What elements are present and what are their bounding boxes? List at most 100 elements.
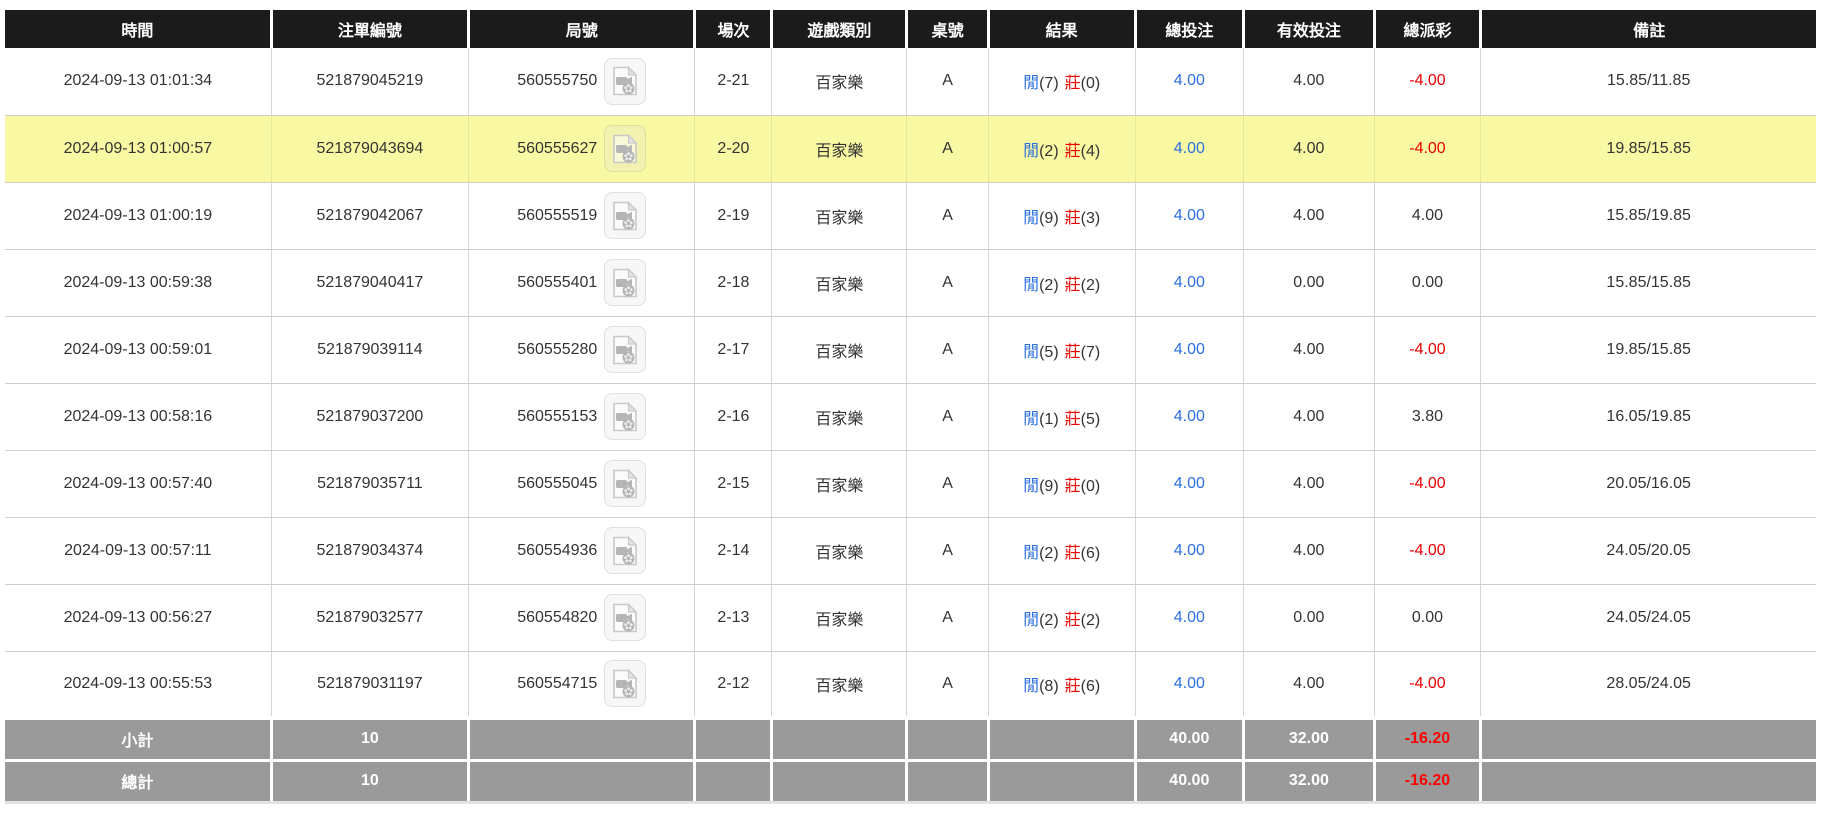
result-cell: 閒(2) 莊(4) (988, 115, 1136, 183)
column-header-session: 場次 (694, 10, 774, 48)
result-cell: 閒(5) 莊(7) (988, 316, 1136, 384)
round-cell: 560554936 (468, 517, 696, 585)
table-row[interactable]: 2024-09-13 00:59:38 521879040417 5605554… (5, 249, 1816, 317)
video-replay-button[interactable] (604, 527, 647, 574)
total-bet-cell: 4.00 (1135, 115, 1245, 183)
column-header-bet-id: 注單編號 (271, 10, 471, 48)
summary-valid-bet-cell: 32.00 (1243, 716, 1376, 762)
round-cell: 560555519 (468, 182, 696, 250)
game-type-cell: 百家樂 (771, 249, 908, 317)
video-replay-icon (613, 468, 638, 498)
summary-empty-result (988, 716, 1137, 762)
result-player: 閒(1) (1023, 411, 1059, 428)
video-replay-icon (613, 401, 638, 431)
table-row[interactable]: 2024-09-13 00:56:27 521879032577 5605548… (5, 584, 1816, 652)
column-header-result: 結果 (988, 10, 1137, 48)
session-cell: 2-13 (694, 584, 773, 652)
total-bet-link[interactable]: 4.00 (1174, 408, 1205, 425)
player-label: 閒 (1023, 677, 1040, 695)
time-cell: 2024-09-13 00:57:11 (5, 517, 272, 585)
total-bet-link[interactable]: 4.00 (1174, 341, 1205, 358)
valid-bet-cell: 4.00 (1243, 383, 1375, 451)
session-cell: 2-18 (694, 249, 773, 317)
result-cell: 閒(9) 莊(0) (988, 450, 1136, 518)
table-row[interactable]: 2024-09-13 00:55:53 521879031197 5605547… (5, 651, 1816, 719)
banker-label: 莊 (1064, 75, 1081, 93)
time-cell: 2024-09-13 00:55:53 (5, 651, 272, 719)
result-cell: 閒(2) 莊(2) (988, 249, 1136, 317)
remark-cell: 19.85/15.85 (1480, 316, 1816, 384)
valid-bet-cell: 0.00 (1243, 584, 1375, 652)
session-cell: 2-19 (694, 182, 773, 250)
table-row[interactable]: 2024-09-13 00:59:01 521879039114 5605552… (5, 316, 1816, 384)
session-cell: 2-12 (694, 651, 773, 719)
game-type-cell: 百家樂 (771, 651, 908, 719)
total-bet-link[interactable]: 4.00 (1174, 274, 1205, 291)
game-type-cell: 百家樂 (771, 115, 908, 183)
video-replay-button[interactable] (604, 326, 647, 373)
table-row[interactable]: 2024-09-13 01:00:19 521879042067 5605555… (5, 182, 1816, 250)
table-footer: 小計 10 40.00 32.00 -16.20 總計 10 40.00 32.… (5, 716, 1816, 804)
summary-empty-result (988, 760, 1137, 804)
banker-label: 莊 (1064, 677, 1081, 695)
video-replay-button[interactable] (604, 125, 647, 172)
video-replay-icon (613, 66, 638, 96)
video-replay-button[interactable] (604, 594, 647, 641)
time-cell: 2024-09-13 00:57:40 (5, 450, 272, 518)
remark-cell: 15.85/19.85 (1480, 182, 1816, 250)
banker-score: (6) (1080, 544, 1101, 562)
total-bet-link[interactable]: 4.00 (1174, 609, 1205, 626)
round-content: 560554820 (473, 594, 690, 641)
valid-bet-cell: 4.00 (1243, 48, 1375, 116)
player-label: 閒 (1023, 142, 1040, 160)
video-replay-button[interactable] (604, 259, 647, 306)
bet-id-cell: 521879034374 (271, 517, 470, 585)
result-player: 閒(2) (1023, 612, 1059, 629)
remark-cell: 24.05/24.05 (1480, 584, 1816, 652)
banker-label: 莊 (1064, 477, 1081, 495)
column-header-remark: 備註 (1480, 10, 1816, 48)
payout-cell: -4.00 (1374, 651, 1482, 719)
round-cell: 560555153 (468, 383, 696, 451)
video-replay-icon (613, 602, 638, 632)
summary-empty-session (694, 760, 774, 804)
table-header: 時間 注單編號 局號 場次 遊戲類別 桌號 結果 總投注 有效投注 總派彩 備註 (5, 10, 1816, 48)
banker-label: 莊 (1064, 410, 1081, 428)
round-number: 560555153 (517, 407, 598, 425)
time-cell: 2024-09-13 00:59:01 (5, 316, 272, 384)
footer-payout-cell: -16.20 (1374, 760, 1483, 804)
result-player: 閒(7) (1023, 75, 1059, 92)
video-replay-button[interactable] (604, 192, 647, 239)
total-bet-link[interactable]: 4.00 (1174, 72, 1205, 89)
round-number: 560554820 (517, 608, 598, 626)
remark-cell: 20.05/16.05 (1480, 450, 1816, 518)
video-replay-button[interactable] (604, 393, 647, 440)
total-bet-link[interactable]: 4.00 (1174, 207, 1205, 224)
remark-cell: 15.85/11.85 (1480, 48, 1816, 116)
total-bet-link[interactable]: 4.00 (1174, 675, 1205, 692)
video-replay-button[interactable] (604, 460, 647, 507)
bet-id-cell: 521879035711 (271, 450, 470, 518)
table-row[interactable]: 2024-09-13 00:57:40 521879035711 5605550… (5, 450, 1816, 518)
round-content: 560555153 (473, 393, 690, 440)
video-replay-button[interactable] (604, 57, 647, 105)
table-no-cell: A (906, 115, 989, 183)
bet-id-cell: 521879045219 (271, 48, 470, 116)
table-row[interactable]: 2024-09-13 01:00:57 521879043694 5605556… (5, 115, 1816, 183)
banker-label: 莊 (1064, 209, 1081, 227)
total-bet-link[interactable]: 4.00 (1174, 475, 1205, 492)
time-cell: 2024-09-13 00:58:16 (5, 383, 272, 451)
total-bet-cell: 4.00 (1135, 249, 1245, 317)
table-no-cell: A (906, 48, 989, 116)
table-row[interactable]: 2024-09-13 00:57:11 521879034374 5605549… (5, 517, 1816, 585)
banker-score: (6) (1080, 677, 1101, 695)
banker-score: (7) (1080, 343, 1101, 361)
video-replay-button[interactable] (604, 660, 647, 708)
result-banker: 莊(6) (1065, 678, 1101, 695)
total-bet-link[interactable]: 4.00 (1174, 140, 1205, 157)
table-row[interactable]: 2024-09-13 00:58:16 521879037200 5605551… (5, 383, 1816, 451)
total-bet-link[interactable]: 4.00 (1174, 542, 1205, 559)
player-score: (5) (1039, 343, 1059, 361)
remark-cell: 19.85/15.85 (1480, 115, 1816, 183)
table-row[interactable]: 2024-09-13 01:01:34 521879045219 5605557… (5, 48, 1816, 116)
